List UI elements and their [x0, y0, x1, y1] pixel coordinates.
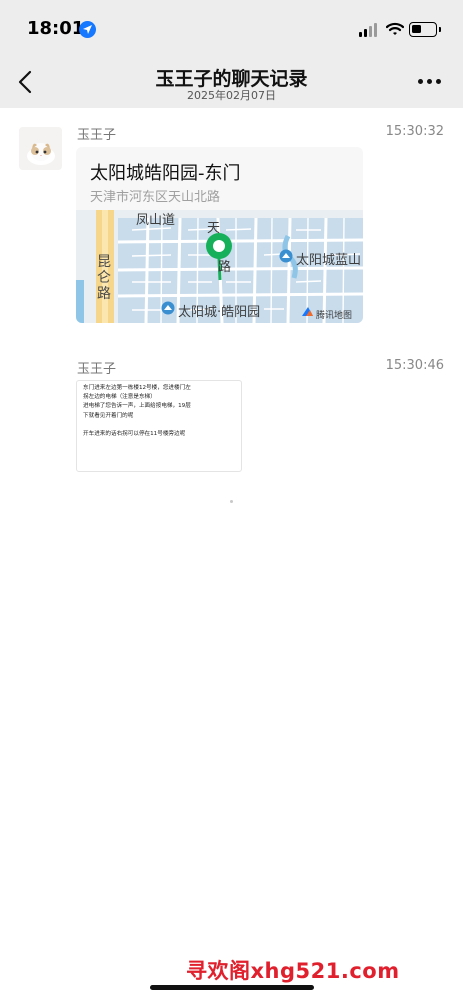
text-message-card[interactable]: 东门进来左边第一栋楼12号楼，您进楼门左 拐左边的电梯（注意是东梯） 进电梯了您… [76, 380, 242, 472]
location-card[interactable]: 太阳城皓阳园-东门 天津市河东区天山北路 凤山道 天 路 昆仑路 太阳城蓝山 太… [76, 147, 363, 323]
sender-name: 玉王子 [77, 128, 117, 143]
message-line: 拐左边的电梯（注意是东梯） [83, 394, 156, 401]
status-bar: 18:01 [0, 0, 463, 56]
cellular-signal-icon [359, 23, 379, 37]
location-arrow-icon [79, 21, 96, 38]
message-line: 开车进来的话右拐可以停在11号楼旁边呢 [83, 431, 186, 438]
status-time: 18:01 [27, 18, 85, 39]
message-line: 东门进来左边第一栋楼12号楼，您进楼门左 [83, 385, 191, 391]
wifi-icon [385, 21, 405, 40]
map-street-label: 凤山道 [136, 213, 176, 228]
map-preview: 凤山道 天 路 昆仑路 太阳城蓝山 太阳城·皓阳园 腾讯地图 [76, 210, 363, 323]
location-address: 天津市河东区天山北路 [90, 190, 221, 205]
message-time: 15:30:32 [385, 124, 444, 139]
map-street-label: 天 [207, 221, 221, 236]
sender-name: 玉王子 [77, 362, 117, 377]
message-line [83, 421, 235, 430]
map-poi-label: 太阳城·皓阳园 [178, 305, 261, 320]
map-poi-label: 太阳城蓝山 [296, 253, 362, 268]
message-time: 15:30:46 [385, 358, 444, 373]
page-date: 2025年02月07日 [187, 89, 276, 102]
nav-bar: 玉王子的聊天记录 2025年02月07日 [0, 56, 463, 108]
watermark: 寻欢阁xhg521.com [186, 959, 400, 983]
battery-icon [409, 22, 441, 37]
battery-level [412, 25, 421, 33]
message-line: 进电梯了您告诉一声，上面给按电梯，19层 [83, 403, 191, 410]
location-name: 太阳城皓阳园-东门 [90, 163, 241, 184]
map-provider-label: 腾讯地图 [316, 311, 353, 321]
avatar[interactable] [19, 127, 62, 170]
message-line: 下就看见开着门的呢 [83, 412, 134, 419]
map-street-label: 路 [218, 260, 232, 275]
more-button[interactable] [418, 78, 442, 86]
map-road-label: 昆仑路 [97, 254, 111, 302]
home-indicator[interactable] [150, 985, 314, 990]
page-indicator-dot [230, 500, 233, 503]
